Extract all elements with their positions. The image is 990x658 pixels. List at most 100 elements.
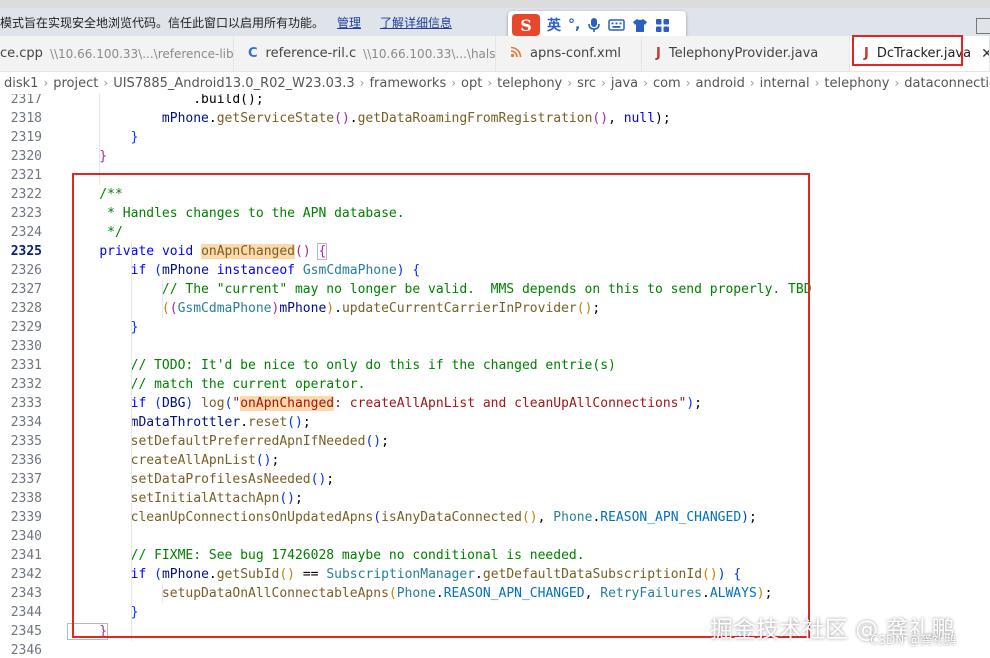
code-line[interactable]: 2319 } bbox=[0, 128, 990, 147]
code-line[interactable]: 2338 setInitialAttachApn(); bbox=[0, 489, 990, 508]
code-token: , bbox=[608, 111, 624, 126]
line-number: 2338 bbox=[10, 491, 42, 506]
code-token: () bbox=[702, 567, 718, 582]
line-number: 2339 bbox=[10, 510, 42, 525]
line-number: 2340 bbox=[10, 529, 42, 544]
breadcrumb-segment[interactable]: project bbox=[53, 76, 98, 91]
code-line[interactable]: 2327 // The "current" may no longer be v… bbox=[0, 280, 990, 299]
line-number: 2332 bbox=[10, 377, 42, 392]
code-token: GsmCdmaPhone bbox=[302, 263, 397, 278]
code-line[interactable]: 2320 } bbox=[0, 147, 990, 166]
code-token: if bbox=[130, 567, 147, 582]
code-line[interactable]: 2343 setupDataOnAllConnectableApns(Phone… bbox=[0, 584, 990, 603]
grid-icon[interactable] bbox=[655, 18, 670, 33]
line-number: 2331 bbox=[10, 358, 42, 373]
breadcrumb-segment[interactable]: android bbox=[696, 76, 745, 91]
code-editor[interactable]: 2317 .build(); 2318 mPhone.getServiceStat… bbox=[0, 94, 990, 658]
code-line[interactable]: 2337 setDataProfilesAsNeeded(); bbox=[0, 470, 990, 489]
manage-link[interactable]: 管理 bbox=[337, 14, 361, 31]
breadcrumb-segment[interactable]: com bbox=[653, 76, 681, 91]
code-line[interactable]: 2332 // match the current operator. bbox=[0, 375, 990, 394]
learn-more-link[interactable]: 了解详细信息 bbox=[380, 14, 452, 31]
code-token: if bbox=[130, 396, 147, 411]
breadcrumb-separator-icon: › bbox=[685, 76, 691, 90]
code-token: ; bbox=[295, 491, 303, 506]
code-line[interactable]: 2328 ((GsmCdmaPhone)mPhone).updateCurren… bbox=[0, 299, 990, 318]
code-token: () bbox=[521, 510, 538, 525]
code-line[interactable]: 2333 if (DBG) log("onApnChanged: createA… bbox=[0, 394, 990, 413]
code-token: // FIXME: See bug 17426028 maybe no cond… bbox=[68, 548, 585, 563]
code-token: . bbox=[435, 586, 444, 601]
code-line[interactable]: 2326 if (mPhone instanceof GsmCdmaPhone)… bbox=[0, 261, 990, 280]
breadcrumb-segment[interactable]: internal bbox=[760, 76, 810, 91]
microphone-icon[interactable] bbox=[587, 17, 601, 33]
code-text: if (mPhone.getSubId() == SubscriptionMan… bbox=[68, 565, 742, 584]
code-line[interactable]: 2318 mPhone.getServiceState().getDataRoa… bbox=[0, 109, 990, 128]
ime-punctuation-toggle[interactable]: °, bbox=[568, 17, 580, 33]
rss-file-icon bbox=[510, 46, 522, 62]
code-line[interactable]: 2334 mDataThrottler.reset(); bbox=[0, 413, 990, 432]
breadcrumb-segment[interactable]: telephony bbox=[824, 76, 889, 91]
line-number: 2321 bbox=[10, 168, 42, 183]
code-line[interactable]: 2330 bbox=[0, 337, 990, 356]
code-line[interactable]: 2336 createAllApnList(); bbox=[0, 451, 990, 470]
code-token: . bbox=[208, 567, 217, 582]
code-line[interactable]: 2335 setDefaultPreferredApnIfNeeded(); bbox=[0, 432, 990, 451]
breadcrumb-segment[interactable]: dataconnection bbox=[904, 76, 990, 91]
breadcrumb-segment[interactable]: frameworks bbox=[369, 76, 446, 91]
breadcrumb-separator-icon: › bbox=[487, 76, 493, 90]
ime-toolbar[interactable]: S 英 °, bbox=[508, 11, 686, 39]
watermark-csdn: CSDN @龚礼鹏 bbox=[870, 633, 957, 647]
code-token: instanceof bbox=[216, 263, 296, 278]
code-line[interactable]: 2331 // TODO: It'd be nice to only do th… bbox=[0, 356, 990, 375]
code-token: () bbox=[255, 453, 272, 468]
code-line[interactable]: 2329 } bbox=[0, 318, 990, 337]
code-text: setDefaultPreferredApnIfNeeded(); bbox=[68, 432, 389, 451]
sogou-logo-icon[interactable]: S bbox=[512, 14, 540, 36]
code-token: } bbox=[68, 605, 139, 620]
code-token: () bbox=[576, 301, 593, 316]
code-line[interactable]: 2322 /** bbox=[0, 185, 990, 204]
tab-ce-cpp[interactable]: ce.cpp \\10.66.100.33\...\reference-libr… bbox=[0, 36, 234, 71]
code-token: * Handles changes to the APN database. bbox=[68, 206, 405, 221]
banner-edge-icon[interactable] bbox=[976, 18, 990, 34]
code-line[interactable]: 2324 */ bbox=[0, 223, 990, 242]
tab-telephonyprovider-java[interactable]: J TelephonyProvider.java bbox=[642, 36, 850, 71]
code-line[interactable]: 2340 bbox=[0, 527, 990, 546]
indent-guide bbox=[161, 280, 163, 318]
line-number: 2318 bbox=[10, 111, 42, 126]
skin-icon[interactable] bbox=[632, 18, 648, 33]
close-tab-icon[interactable]: ✕ bbox=[981, 46, 989, 62]
code-line[interactable]: 2325 private void onApnChanged() { bbox=[0, 242, 990, 261]
breadcrumb-segment[interactable]: disk1 bbox=[4, 76, 38, 91]
code-line[interactable]: 2321 bbox=[0, 166, 990, 185]
breadcrumb-segment[interactable]: src bbox=[577, 76, 596, 91]
code-line[interactable]: 2339 cleanUpConnectionsOnUpdatedApns(isA… bbox=[0, 508, 990, 527]
code-token: Phone bbox=[396, 586, 436, 601]
restricted-mode-banner: 模式旨在实现安全地浏览代码。信任此窗口以启用所有功能。 管理 了解详细信息 S … bbox=[0, 8, 990, 39]
line-number: 2322 bbox=[10, 187, 42, 202]
ime-language-toggle[interactable]: 英 bbox=[547, 15, 561, 35]
code-token: . bbox=[475, 567, 483, 582]
code-token: { bbox=[317, 243, 328, 260]
breadcrumb-segment[interactable]: telephony bbox=[497, 76, 562, 91]
code-line[interactable]: 2317 .build(); bbox=[0, 94, 990, 109]
tab-dctracker-java[interactable]: J DcTracker.java ✕ bbox=[850, 36, 990, 71]
breadcrumb-segment[interactable]: java bbox=[611, 76, 638, 91]
tab-apns-conf-xml[interactable]: apns-conf.xml bbox=[496, 36, 642, 71]
breadcrumb-segment[interactable]: UIS7885_Android13.0_R02_W23.03.3 bbox=[113, 76, 354, 91]
breadcrumb-segment[interactable]: opt bbox=[461, 76, 482, 91]
code-token: null bbox=[623, 111, 656, 126]
tab-reference-ril-c[interactable]: C reference-ril.c \\10.66.100.33\...\hal… bbox=[234, 36, 496, 71]
indent-guide bbox=[130, 242, 132, 641]
keyboard-icon[interactable] bbox=[608, 18, 626, 32]
code-line[interactable]: 2341 // FIXME: See bug 17426028 maybe no… bbox=[0, 546, 990, 565]
code-line[interactable]: 2342 if (mPhone.getSubId() == Subscripti… bbox=[0, 565, 990, 584]
code-text: setDataProfilesAsNeeded(); bbox=[68, 470, 335, 489]
code-token: mPhone bbox=[161, 263, 209, 278]
code-line[interactable]: 2323 * Handles changes to the APN databa… bbox=[0, 204, 990, 223]
code-token: createAllApnList bbox=[130, 453, 256, 468]
